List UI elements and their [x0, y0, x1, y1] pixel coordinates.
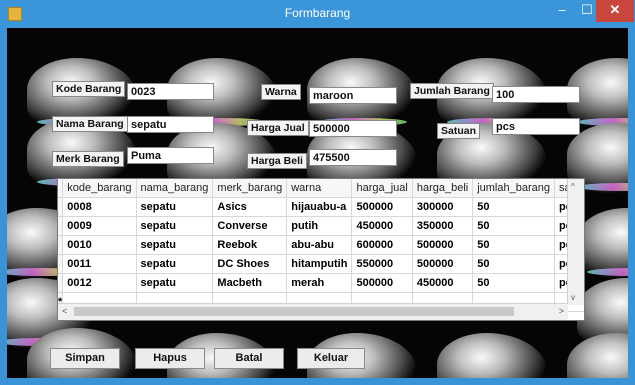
background-shoe-image	[437, 333, 547, 378]
table-row[interactable]: 0011 sepatu DC Shoes hitamputih 550000 5…	[58, 254, 584, 274]
kode-barang-label: Kode Barang	[52, 81, 126, 97]
close-button[interactable]: ✕	[596, 0, 634, 22]
satuan-label: Satuan	[437, 123, 481, 139]
table-cell[interactable]: 600000	[351, 235, 413, 255]
table-cell[interactable]: 550000	[351, 254, 413, 274]
table-cell[interactable]: 0012	[62, 273, 137, 293]
table-cell[interactable]: putih	[286, 216, 353, 236]
table-cell[interactable]: 0008	[62, 197, 137, 217]
table-cell[interactable]: 450000	[412, 273, 474, 293]
table-row[interactable]: 0009 sepatu Converse putih 450000 350000…	[58, 216, 584, 236]
grid-header-row: kode_barang nama_barang merk_barang warn…	[58, 179, 584, 198]
horizontal-scrollbar[interactable]: < >	[58, 303, 568, 320]
jumlah-barang-label: Jumlah Barang	[410, 83, 494, 99]
column-header-warna[interactable]: warna	[286, 179, 353, 198]
window-title: Formbarang	[284, 6, 351, 20]
merk-barang-field[interactable]: Puma	[127, 147, 214, 164]
merk-barang-label: Merk Barang	[52, 151, 124, 167]
nama-barang-label: Nama Barang	[52, 116, 128, 132]
harga-jual-field[interactable]: 500000	[309, 120, 397, 137]
table-cell[interactable]: 0009	[62, 216, 137, 236]
table-cell[interactable]: hitamputih	[286, 254, 353, 274]
table-cell[interactable]: 500000	[351, 273, 413, 293]
table-cell[interactable]: 500000	[412, 235, 474, 255]
batal-button[interactable]: Batal	[214, 348, 284, 369]
title-bar: Formbarang – ☐ ✕	[0, 0, 635, 28]
column-header-kode-barang[interactable]: kode_barang	[62, 179, 137, 198]
warna-label: Warna	[261, 84, 301, 100]
table-cell[interactable]: 0011	[62, 254, 137, 274]
hapus-button[interactable]: Hapus	[135, 348, 205, 369]
simpan-button[interactable]: Simpan	[50, 348, 120, 369]
table-cell[interactable]: 300000	[412, 197, 474, 217]
table-cell[interactable]: merah	[286, 273, 353, 293]
table-cell[interactable]: sepatu	[136, 197, 214, 217]
table-cell[interactable]: abu-abu	[286, 235, 353, 255]
background-shoe-image	[567, 333, 628, 378]
table-cell[interactable]: 0010	[62, 235, 137, 255]
barang-data-grid[interactable]: kode_barang nama_barang merk_barang warn…	[57, 178, 585, 321]
scroll-left-arrow-icon[interactable]: <	[62, 306, 67, 316]
scroll-right-arrow-icon[interactable]: >	[559, 306, 564, 316]
table-cell[interactable]: 50	[472, 235, 555, 255]
table-row[interactable]: 0010 sepatu Reebok abu-abu 600000 500000…	[58, 235, 584, 255]
table-cell[interactable]: 50	[472, 197, 555, 217]
table-cell[interactable]: 450000	[351, 216, 413, 236]
table-cell[interactable]: sepatu	[136, 273, 214, 293]
form-window: Formbarang – ☐ ✕ Kode Barang 0023 Nama B…	[0, 0, 635, 385]
table-row[interactable]: 0012 sepatu Macbeth merah 500000 450000 …	[58, 273, 584, 293]
scroll-up-arrow-icon[interactable]: ^	[571, 182, 575, 191]
form-client-area: Kode Barang 0023 Nama Barang sepatu Merk…	[7, 28, 628, 378]
table-cell[interactable]: 350000	[412, 216, 474, 236]
warna-field[interactable]: maroon	[309, 87, 397, 104]
table-cell[interactable]: sepatu	[136, 254, 214, 274]
barang-table: kode_barang nama_barang merk_barang warn…	[58, 179, 584, 312]
kode-barang-field[interactable]: 0023	[127, 83, 214, 100]
column-header-harga-jual[interactable]: harga_jual	[351, 179, 413, 198]
table-cell[interactable]: sepatu	[136, 235, 214, 255]
table-cell[interactable]: Reebok	[212, 235, 288, 255]
jumlah-barang-field[interactable]: 100	[492, 86, 580, 103]
harga-jual-label: Harga Jual	[247, 120, 309, 136]
table-cell[interactable]: sepatu	[136, 216, 214, 236]
keluar-button[interactable]: Keluar	[297, 348, 365, 369]
table-cell[interactable]: Converse	[212, 216, 288, 236]
column-header-nama-barang[interactable]: nama_barang	[136, 179, 214, 198]
satuan-field[interactable]: pcs	[492, 118, 580, 135]
table-cell[interactable]: 500000	[351, 197, 413, 217]
nama-barang-field[interactable]: sepatu	[127, 116, 214, 133]
harga-beli-label: Harga Beli	[247, 153, 307, 169]
table-cell[interactable]: 500000	[412, 254, 474, 274]
table-cell[interactable]: Asics	[212, 197, 288, 217]
horizontal-scroll-thumb[interactable]	[74, 307, 514, 316]
column-header-jumlah-barang[interactable]: jumlah_barang	[472, 179, 555, 198]
table-cell[interactable]: 50	[472, 273, 555, 293]
column-header-harga-beli[interactable]: harga_beli	[412, 179, 474, 198]
scroll-down-arrow-icon[interactable]: v	[571, 293, 575, 302]
minimize-button[interactable]: –	[548, 0, 576, 22]
table-cell[interactable]: 50	[472, 216, 555, 236]
table-cell[interactable]: hijauabu-a	[286, 197, 353, 217]
table-row[interactable]: 0008 sepatu Asics hijauabu-a 500000 3000…	[58, 197, 584, 217]
table-cell[interactable]: 50	[472, 254, 555, 274]
table-cell[interactable]: DC Shoes	[212, 254, 288, 274]
column-header-merk-barang[interactable]: merk_barang	[212, 179, 288, 198]
harga-beli-field[interactable]: 475500	[309, 149, 397, 166]
table-cell[interactable]: Macbeth	[212, 273, 288, 293]
vertical-scrollbar[interactable]: ^ v	[567, 179, 584, 305]
